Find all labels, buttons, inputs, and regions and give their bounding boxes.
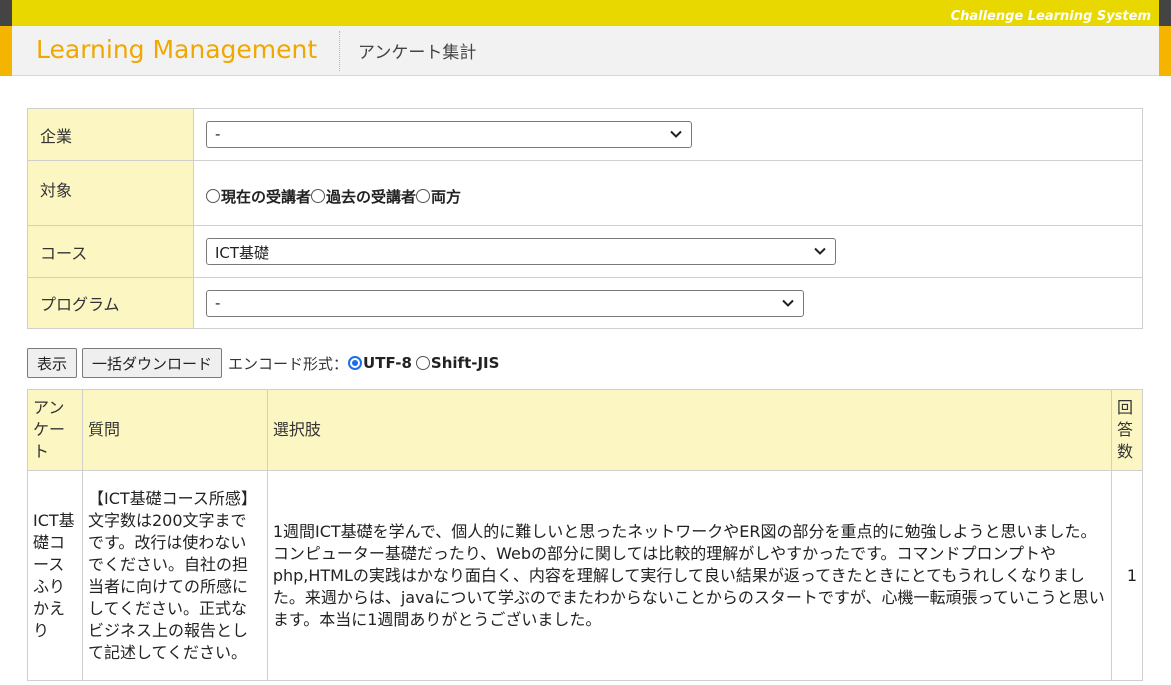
app-logo[interactable]: Learning Management <box>36 35 317 64</box>
header-right-cap <box>1159 26 1171 76</box>
target-past-label[interactable]: 過去の受講者 <box>326 188 416 206</box>
header-choices: 選択肢 <box>266 389 1112 471</box>
chevron-down-icon <box>782 299 794 307</box>
count-cell: 1 <box>1110 470 1144 681</box>
target-both-radio[interactable] <box>416 188 431 203</box>
show-button[interactable]: 表示 <box>27 348 78 378</box>
company-select[interactable]: - <box>206 121 692 148</box>
header-survey: アンケート <box>27 389 83 471</box>
results-table: アンケート 質問 選択肢 回答数 ICT基礎コースふりかえり 【ICT基礎コース… <box>27 389 1144 681</box>
target-current-radio[interactable] <box>206 188 220 203</box>
top-bar-right-cap <box>1159 0 1171 26</box>
table-row: ICT基礎コースふりかえり 【ICT基礎コース所感】文字数は200文字までです。… <box>27 470 1144 681</box>
header-left-cap <box>0 26 12 76</box>
course-select[interactable]: ICT基礎 <box>206 238 836 265</box>
target-both-label[interactable]: 両方 <box>431 188 461 206</box>
choice-cell: 1週間ICT基礎を学んで、個人的に難しいと思ったネットワークやER図の部分を重点… <box>266 470 1112 681</box>
question-cell: 【ICT基礎コース所感】文字数は200文字までです。改行は使わないでください。自… <box>81 470 268 681</box>
program-select-value: - <box>215 293 221 312</box>
course-row: コース ICT基礎 <box>27 225 1143 278</box>
action-bar: 表示 一括ダウンロード エンコード形式： UTF-8 Shift-JIS <box>27 348 499 378</box>
target-label: 対象 <box>27 160 194 226</box>
top-bar: Challenge Learning System <box>0 0 1171 26</box>
filter-form: 企業 - 対象 現在の受講者 過去の受講者 両方 コース ICT基礎 プログラム - <box>27 108 1143 329</box>
target-row: 対象 現在の受講者 過去の受講者 両方 <box>27 160 1143 226</box>
header-count: 回答数 <box>1110 389 1144 471</box>
target-past-radio[interactable] <box>311 188 326 203</box>
bulk-download-button[interactable]: 一括ダウンロード <box>82 348 223 378</box>
chevron-down-icon <box>670 130 682 138</box>
encoding-sjis-label[interactable]: Shift-JIS <box>431 354 500 372</box>
encoding-sjis-radio[interactable] <box>415 356 430 370</box>
encoding-utf8-label[interactable]: UTF-8 <box>363 354 412 372</box>
program-label: プログラム <box>27 277 194 329</box>
encoding-label: エンコード形式： <box>228 354 349 373</box>
header-divider <box>339 31 340 71</box>
page-title: アンケート集計 <box>358 43 477 63</box>
encoding-utf8-radio[interactable] <box>348 356 363 370</box>
company-select-value: - <box>215 125 221 143</box>
company-row: 企業 - <box>27 108 1143 161</box>
header-question: 質問 <box>81 389 268 471</box>
program-select[interactable]: - <box>206 289 804 317</box>
target-radio-group: 現在の受講者 過去の受講者 両方 <box>193 160 1143 226</box>
target-current-label[interactable]: 現在の受講者 <box>221 188 311 206</box>
results-header-row: アンケート 質問 選択肢 回答数 <box>27 389 1144 471</box>
page-header: Learning Management アンケート集計 <box>0 26 1171 76</box>
survey-cell: ICT基礎コースふりかえり <box>27 470 83 681</box>
course-select-value: ICT基礎 <box>215 244 270 262</box>
system-name: Challenge Learning System <box>950 9 1151 24</box>
course-label: コース <box>27 225 194 278</box>
program-row: プログラム - <box>27 277 1143 329</box>
company-label: 企業 <box>27 108 194 161</box>
top-bar-left-cap <box>0 0 12 26</box>
chevron-down-icon <box>814 247 826 255</box>
